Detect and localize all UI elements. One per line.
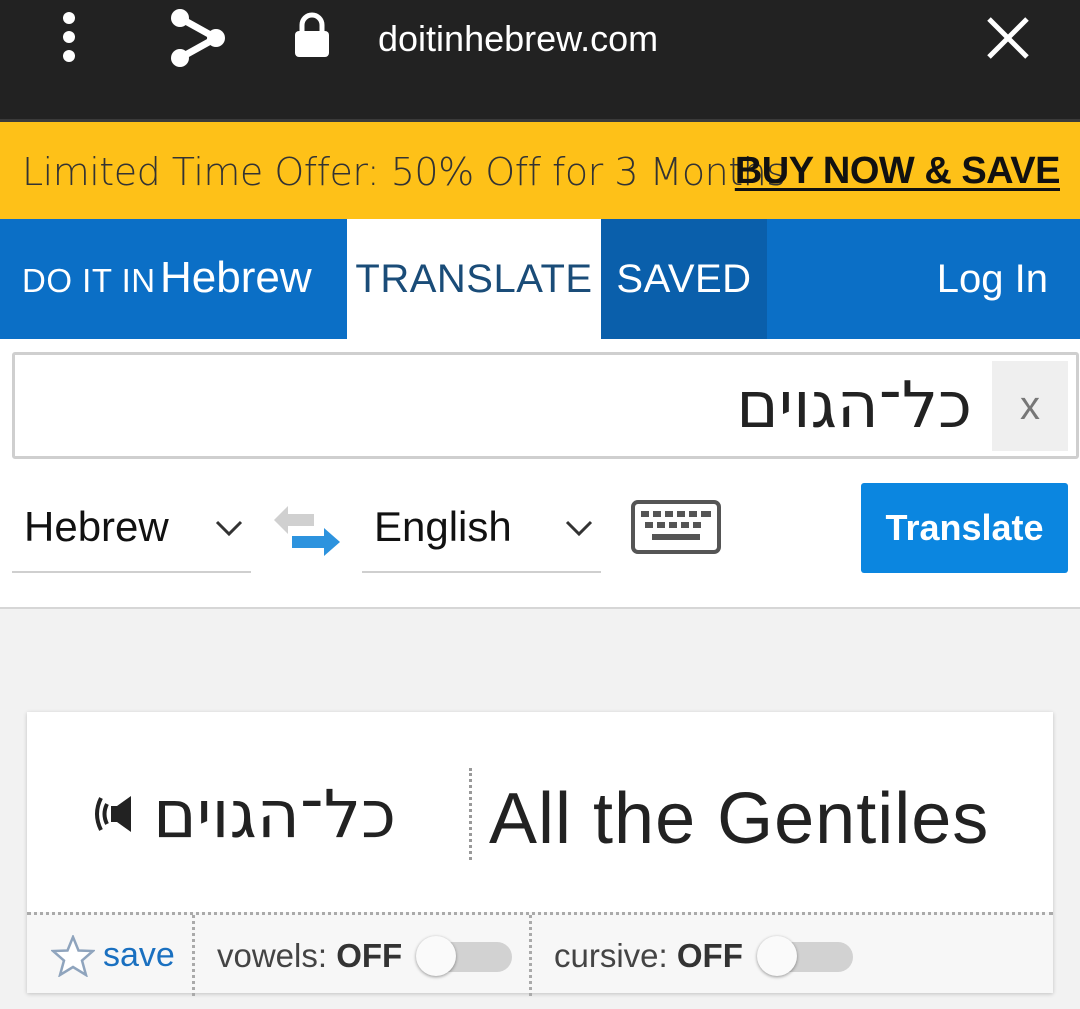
result-main: כל־הגוים All the Gentiles [27, 712, 1053, 912]
cursive-option: cursive: OFF [532, 915, 1053, 996]
keyboard-icon[interactable] [630, 499, 722, 555]
logo-small-text: DO IT IN [22, 262, 156, 299]
logo-big-text: Hebrew [160, 253, 312, 302]
login-link[interactable]: Log In [937, 257, 1048, 302]
target-language-select[interactable]: English [362, 499, 601, 573]
vowels-option: vowels: OFF [195, 915, 532, 996]
chevron-down-icon [565, 520, 593, 537]
translate-form: כל־הגוים x Hebrew English Translate [0, 339, 1080, 609]
promo-text: Limited Time Offer: 50% Off for 3 Months [22, 150, 786, 194]
search-input-value: כל־הגוים [736, 369, 972, 443]
lock-icon [295, 12, 329, 57]
vowels-label: vowels: OFF [217, 936, 403, 974]
source-language-select[interactable]: Hebrew [12, 499, 251, 573]
english-result: All the Gentiles [489, 779, 990, 859]
cursive-label: cursive: OFF [554, 936, 743, 974]
url-field[interactable]: doitinhebrew.com [378, 18, 658, 60]
vowels-toggle[interactable] [416, 935, 514, 976]
result-divider [469, 768, 472, 860]
swap-arrows-icon[interactable] [270, 504, 344, 560]
target-language-label: English [374, 503, 512, 550]
star-icon [51, 934, 95, 977]
main-nav: DO IT IN Hebrew TRANSLATE SAVED Log In [0, 219, 1080, 339]
translate-button[interactable]: Translate [861, 483, 1068, 573]
tab-saved[interactable]: SAVED [601, 219, 767, 339]
site-logo[interactable]: DO IT IN Hebrew [22, 253, 312, 303]
result-card: כל־הגוים All the Gentiles save vowels: O… [27, 712, 1053, 996]
hebrew-result: כל־הגוים [153, 776, 397, 853]
tab-translate[interactable]: TRANSLATE [347, 219, 601, 339]
source-language-label: Hebrew [24, 503, 169, 550]
save-button[interactable]: save [27, 915, 195, 996]
speaker-icon[interactable] [85, 792, 135, 836]
search-input[interactable]: כל־הגוים x [12, 352, 1079, 459]
kebab-menu-icon[interactable] [58, 12, 80, 62]
promo-banner: Limited Time Offer: 50% Off for 3 Months… [0, 122, 1080, 219]
close-icon[interactable] [986, 16, 1030, 60]
buy-now-link[interactable]: BUY NOW & SAVE [735, 150, 1061, 193]
clear-button[interactable]: x [992, 361, 1068, 451]
save-label: save [103, 936, 175, 974]
browser-toolbar: doitinhebrew.com [0, 0, 1080, 122]
share-icon[interactable] [168, 6, 230, 70]
result-options: save vowels: OFF cursive: OFF [27, 912, 1053, 996]
chevron-down-icon [215, 520, 243, 537]
cursive-toggle[interactable] [756, 935, 855, 976]
